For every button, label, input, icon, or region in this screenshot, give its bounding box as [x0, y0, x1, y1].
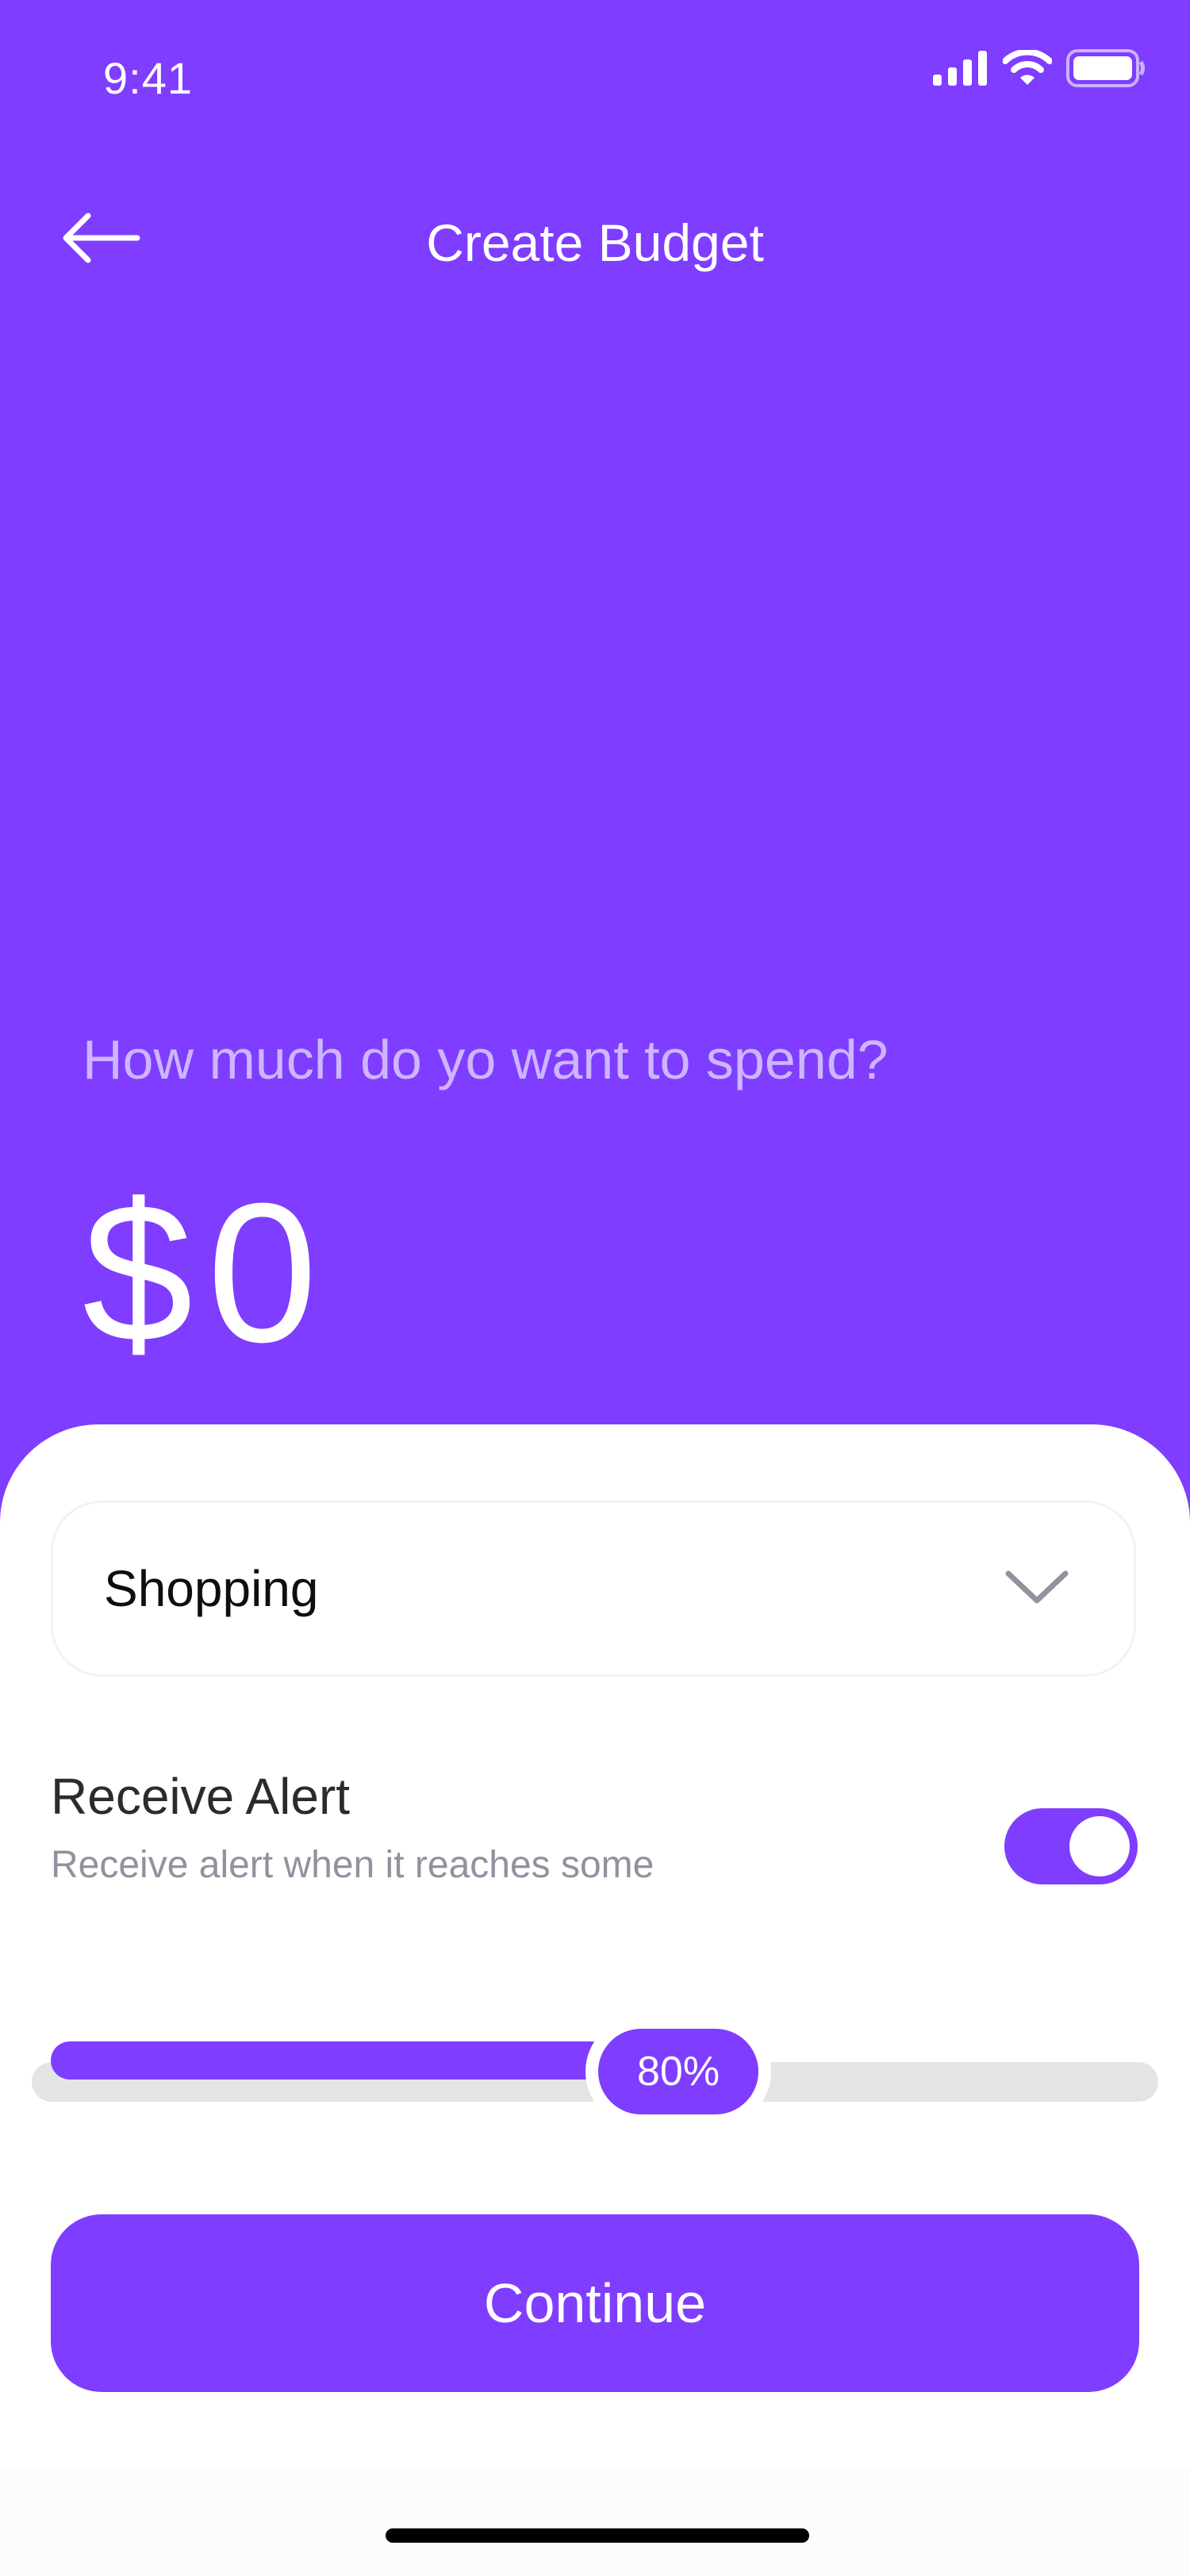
- chevron-down-icon: [1004, 1567, 1070, 1611]
- receive-alert-subtitle: Receive alert when it reaches some: [51, 1844, 654, 1886]
- home-indicator-area: [0, 2467, 1190, 2576]
- alert-threshold-slider[interactable]: 80%: [32, 2016, 1158, 2127]
- slider-value-label: 80%: [636, 2049, 720, 2095]
- receive-alert-title: Receive Alert: [51, 1768, 351, 1825]
- status-time: 9:41: [103, 53, 193, 103]
- wifi-icon: [1002, 48, 1053, 90]
- budget-form-sheet: Shopping Receive Alert Receive alert whe…: [0, 1424, 1190, 2576]
- slider-fill: [51, 2041, 679, 2080]
- category-selected-value: Shopping: [104, 1560, 319, 1617]
- continue-button[interactable]: Continue: [51, 2214, 1139, 2392]
- slider-thumb[interactable]: 80%: [585, 2016, 772, 2127]
- amount-input[interactable]: $0: [83, 1174, 332, 1372]
- cellular-signal-icon: [933, 50, 988, 90]
- continue-button-label: Continue: [483, 2272, 707, 2334]
- status-icons: [933, 48, 1146, 92]
- receive-alert-toggle[interactable]: [1004, 1808, 1138, 1884]
- amount-question: How much do yo want to spend?: [83, 1029, 889, 1091]
- category-select[interactable]: Shopping: [51, 1501, 1136, 1677]
- battery-icon: [1066, 48, 1146, 91]
- home-indicator[interactable]: [386, 2528, 809, 2543]
- toggle-knob: [1069, 1816, 1130, 1876]
- page-title: Create Budget: [426, 213, 764, 272]
- create-budget-screen: 9:41 Create Budget How much do yo want t…: [0, 0, 1190, 2576]
